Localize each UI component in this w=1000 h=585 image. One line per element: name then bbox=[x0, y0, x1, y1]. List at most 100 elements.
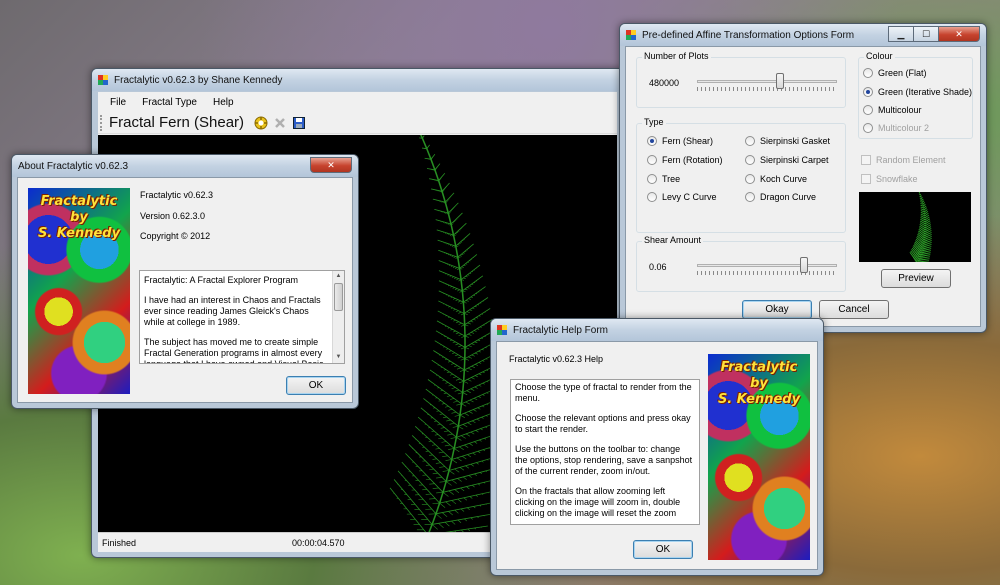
about-ok-button[interactable]: OK bbox=[286, 376, 346, 395]
menu-file[interactable]: File bbox=[104, 97, 132, 108]
options-caption-buttons: ▁ ☐ ✕ bbox=[888, 26, 980, 42]
snowflake-checkbox[interactable]: Snowflake bbox=[861, 174, 918, 184]
options-maximize-button[interactable]: ☐ bbox=[913, 26, 939, 42]
type-radio-7[interactable]: Dragon Curve bbox=[745, 192, 816, 202]
stop-icon[interactable] bbox=[273, 116, 287, 130]
preview-fern bbox=[909, 192, 932, 262]
help-paragraph-2: Choose the relevant options and press ok… bbox=[515, 413, 691, 434]
type-radio-label: Sierpinski Gasket bbox=[760, 136, 831, 146]
type-legend: Type bbox=[642, 117, 666, 127]
help-text-box[interactable]: Choose the type of fractal to render fro… bbox=[510, 379, 700, 525]
help-heading: Fractalytic v0.62.3 Help bbox=[509, 354, 604, 364]
help-paragraph-3: Use the buttons on the toolbar to: chang… bbox=[515, 444, 693, 476]
options-close-button[interactable]: ✕ bbox=[938, 26, 980, 42]
type-radio-dot[interactable] bbox=[745, 174, 755, 184]
about-window-title: About Fractalytic v0.62.3 bbox=[18, 160, 129, 172]
help-logo-line3: S. Kennedy bbox=[717, 392, 801, 407]
cancel-button[interactable]: Cancel bbox=[819, 300, 889, 319]
plots-slider[interactable] bbox=[697, 73, 837, 93]
help-ok-button[interactable]: OK bbox=[633, 540, 693, 559]
type-radio-dot[interactable] bbox=[745, 155, 755, 165]
toolbar-grip bbox=[100, 114, 103, 131]
about-logo-line2: by bbox=[70, 210, 88, 225]
about-copyright: Copyright © 2012 bbox=[140, 231, 211, 241]
colour-radio-dot[interactable] bbox=[863, 105, 873, 115]
app-icon bbox=[98, 75, 108, 85]
scroll-up-arrow-icon[interactable]: ▲ bbox=[333, 271, 344, 282]
shear-value: 0.06 bbox=[649, 262, 667, 272]
colour-radio-label: Multicolour bbox=[878, 105, 922, 115]
type-radio-6[interactable]: Levy C Curve bbox=[647, 192, 717, 202]
colour-radio-3[interactable]: Multicolour 2 bbox=[863, 123, 929, 133]
type-radio-label: Koch Curve bbox=[760, 174, 808, 184]
type-radio-dot[interactable] bbox=[647, 155, 657, 165]
type-radio-label: Fern (Rotation) bbox=[662, 155, 723, 165]
colour-radio-1[interactable]: Green (Iterative Shade) bbox=[863, 87, 972, 97]
type-radio-5[interactable]: Koch Curve bbox=[745, 174, 807, 184]
options-window-title: Pre-defined Affine Transformation Option… bbox=[642, 29, 855, 41]
preview-button[interactable]: Preview bbox=[881, 269, 951, 288]
colour-radio-label: Green (Iterative Shade) bbox=[878, 87, 973, 97]
colour-radio-dot[interactable] bbox=[863, 68, 873, 78]
random-element-checkbox[interactable]: Random Element bbox=[861, 155, 946, 165]
snowflake-label: Snowflake bbox=[876, 174, 918, 184]
type-radio-dot[interactable] bbox=[647, 174, 657, 184]
type-radio-label: Tree bbox=[662, 174, 681, 184]
type-radio-2[interactable]: Fern (Rotation) bbox=[647, 155, 723, 165]
options-client: Number of Plots 480000 Type Fern (Shear)… bbox=[625, 46, 981, 327]
help-logo-line1: Fractalytic bbox=[720, 360, 798, 375]
about-description-line2: I have had an interest in Chaos and Frac… bbox=[144, 295, 321, 327]
type-radio-4[interactable]: Tree bbox=[647, 174, 680, 184]
about-caption-buttons: ✕ bbox=[310, 157, 352, 173]
colour-legend: Colour bbox=[864, 51, 895, 61]
colour-radio-0[interactable]: Green (Flat) bbox=[863, 68, 927, 78]
options-icon[interactable] bbox=[254, 116, 268, 130]
toolbar: Fractal Fern (Shear) bbox=[98, 112, 617, 134]
scroll-down-arrow-icon[interactable]: ▼ bbox=[333, 352, 344, 363]
about-titlebar[interactable]: About Fractalytic v0.62.3 bbox=[12, 155, 358, 177]
save-icon[interactable] bbox=[292, 116, 306, 130]
type-radio-1[interactable]: Sierpinski Gasket bbox=[745, 136, 830, 146]
random-element-box[interactable] bbox=[861, 155, 871, 165]
scroll-thumb[interactable] bbox=[334, 283, 343, 311]
shear-group: Shear Amount 0.06 bbox=[636, 235, 846, 292]
menu-fractal-type[interactable]: Fractal Type bbox=[136, 97, 203, 108]
options-minimize-button[interactable]: ▁ bbox=[888, 26, 914, 42]
shear-legend: Shear Amount bbox=[642, 235, 704, 245]
help-app-icon bbox=[497, 325, 507, 335]
help-client: Fractalytic v0.62.3 Help Choose the type… bbox=[496, 341, 818, 570]
okay-button[interactable]: Okay bbox=[742, 300, 812, 319]
type-radio-3[interactable]: Sierpinski Carpet bbox=[745, 155, 829, 165]
plots-slider-ticks bbox=[697, 87, 837, 91]
about-close-button[interactable]: ✕ bbox=[310, 157, 352, 173]
type-radio-dot[interactable] bbox=[647, 136, 657, 146]
colour-radio-label: Multicolour 2 bbox=[878, 123, 930, 133]
menu-help[interactable]: Help bbox=[207, 97, 240, 108]
colour-radio-2[interactable]: Multicolour bbox=[863, 105, 922, 115]
about-description-scrollbar[interactable]: ▲ ▼ bbox=[332, 271, 344, 363]
type-radio-label: Sierpinski Carpet bbox=[760, 155, 829, 165]
type-radio-label: Fern (Shear) bbox=[662, 136, 714, 146]
snowflake-box[interactable] bbox=[861, 174, 871, 184]
help-window-title: Fractalytic Help Form bbox=[513, 324, 609, 336]
help-titlebar[interactable]: Fractalytic Help Form bbox=[491, 319, 823, 341]
plots-slider-thumb[interactable] bbox=[776, 73, 784, 89]
help-logo-image: Fractalytic by S. Kennedy bbox=[708, 354, 810, 560]
plots-slider-track bbox=[697, 80, 837, 83]
render-time: 00:00:04.570 bbox=[292, 537, 345, 548]
colour-group: Colour Green (Flat) Green (Iterative Shad… bbox=[858, 51, 973, 139]
help-paragraph-4: On the fractals that allow zooming left … bbox=[515, 486, 681, 518]
type-radio-dot[interactable] bbox=[745, 136, 755, 146]
shear-slider[interactable] bbox=[697, 257, 837, 277]
type-radio-dot[interactable] bbox=[647, 192, 657, 202]
main-titlebar[interactable]: Fractalytic v0.62.3 by Shane Kennedy bbox=[92, 69, 623, 91]
menu-bar: File Fractal Type Help bbox=[98, 92, 617, 112]
type-radio-dot[interactable] bbox=[745, 192, 755, 202]
colour-radio-dot[interactable] bbox=[863, 123, 873, 133]
colour-radio-dot[interactable] bbox=[863, 87, 873, 97]
about-version: Version 0.62.3.0 bbox=[140, 211, 206, 221]
help-paragraph-1: Choose the type of fractal to render fro… bbox=[515, 382, 692, 403]
about-description-box[interactable]: Fractalytic: A Fractal Explorer Program … bbox=[139, 270, 345, 364]
shear-slider-thumb[interactable] bbox=[800, 257, 808, 273]
type-radio-0[interactable]: Fern (Shear) bbox=[647, 136, 713, 146]
